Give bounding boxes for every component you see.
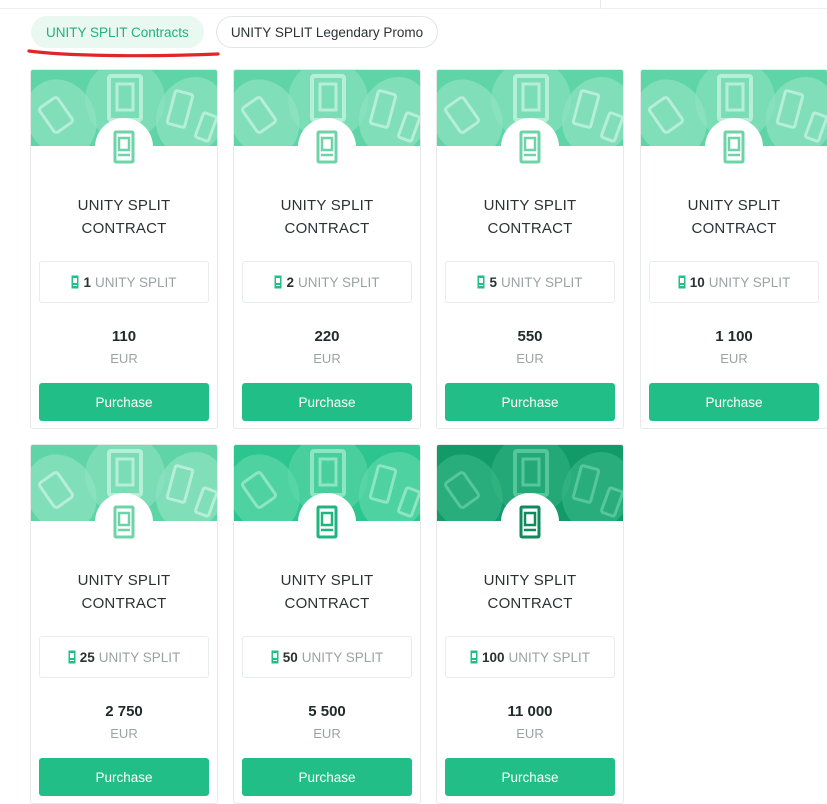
unity-split-token-icon [95,493,153,551]
contract-card: UNITY SPLIT CONTRACT 1 UNITY SPLIT 110 E… [30,69,218,429]
quantity-unit: UNITY SPLIT [302,650,384,665]
price-value: 550 [437,328,623,345]
unity-split-small-icon [271,650,279,664]
quantity-value: 2 [286,275,294,290]
unity-split-token-icon [95,118,153,176]
price-value: 110 [31,328,217,345]
card-title-line-2: CONTRACT [437,217,623,240]
price-value: 11 000 [437,703,623,720]
contract-card: UNITY SPLIT CONTRACT 100 UNITY SPLIT 11 … [436,444,624,804]
annotation-underline [26,47,221,61]
quantity-unit: UNITY SPLIT [709,275,791,290]
unity-split-token-icon [501,493,559,551]
quantity-unit: UNITY SPLIT [99,650,181,665]
price-currency: EUR [31,351,217,366]
contract-card: UNITY SPLIT CONTRACT 5 UNITY SPLIT 550 E… [436,69,624,429]
quantity-value: 100 [482,650,505,665]
unity-split-small-icon [68,650,76,664]
price-currency: EUR [234,351,420,366]
tab-unity-split-legendary-promo[interactable]: UNITY SPLIT Legendary Promo [216,16,438,48]
card-title-line-2: CONTRACT [234,592,420,615]
unity-split-small-icon [477,275,485,289]
quantity-unit: UNITY SPLIT [298,275,380,290]
card-title-line-2: CONTRACT [234,217,420,240]
card-title: UNITY SPLIT CONTRACT [234,194,420,240]
card-title: UNITY SPLIT CONTRACT [641,194,827,240]
price-currency: EUR [437,351,623,366]
card-title: UNITY SPLIT CONTRACT [437,569,623,615]
contract-card: UNITY SPLIT CONTRACT 50 UNITY SPLIT 5 50… [233,444,421,804]
price-value: 220 [234,328,420,345]
card-title: UNITY SPLIT CONTRACT [31,194,217,240]
quantity-unit: UNITY SPLIT [95,275,177,290]
purchase-button[interactable]: Purchase [649,383,819,421]
price-value: 1 100 [641,328,827,345]
card-title: UNITY SPLIT CONTRACT [31,569,217,615]
top-divider-line [0,8,827,9]
purchase-button[interactable]: Purchase [445,758,615,796]
card-title-line-1: UNITY SPLIT [641,194,827,217]
card-title-line-2: CONTRACT [31,592,217,615]
card-title-line-2: CONTRACT [641,217,827,240]
quantity-value: 50 [283,650,298,665]
price-currency: EUR [641,351,827,366]
tab-bar: UNITY SPLIT Contracts UNITY SPLIT Legend… [31,16,438,48]
purchase-button[interactable]: Purchase [39,383,209,421]
quantity-value: 5 [489,275,497,290]
unity-split-small-icon [678,275,686,289]
quantity-box: 1 UNITY SPLIT [39,261,209,303]
card-title-line-1: UNITY SPLIT [31,194,217,217]
card-title-line-1: UNITY SPLIT [234,194,420,217]
price-value: 2 750 [31,703,217,720]
top-vertical-divider [600,0,601,9]
quantity-unit: UNITY SPLIT [509,650,591,665]
quantity-box: 50 UNITY SPLIT [242,636,412,678]
quantity-value: 25 [80,650,95,665]
contract-card: UNITY SPLIT CONTRACT 10 UNITY SPLIT 1 10… [640,69,827,429]
unity-split-token-icon [298,118,356,176]
price-value: 5 500 [234,703,420,720]
card-title-line-2: CONTRACT [437,592,623,615]
card-title: UNITY SPLIT CONTRACT [234,569,420,615]
quantity-value: 10 [690,275,705,290]
card-title: UNITY SPLIT CONTRACT [437,194,623,240]
unity-split-small-icon [71,275,79,289]
quantity-box: 100 UNITY SPLIT [445,636,615,678]
unity-split-token-icon [298,493,356,551]
purchase-button[interactable]: Purchase [39,758,209,796]
contract-card: UNITY SPLIT CONTRACT 2 UNITY SPLIT 220 E… [233,69,421,429]
purchase-button[interactable]: Purchase [242,758,412,796]
unity-split-token-icon [501,118,559,176]
unity-split-token-icon [705,118,763,176]
card-title-line-1: UNITY SPLIT [437,194,623,217]
price-currency: EUR [437,726,623,741]
purchase-button[interactable]: Purchase [242,383,412,421]
quantity-box: 5 UNITY SPLIT [445,261,615,303]
quantity-box: 25 UNITY SPLIT [39,636,209,678]
card-title-line-2: CONTRACT [31,217,217,240]
card-title-line-1: UNITY SPLIT [31,569,217,592]
unity-split-small-icon [470,650,478,664]
quantity-box: 10 UNITY SPLIT [649,261,819,303]
contract-card: UNITY SPLIT CONTRACT 25 UNITY SPLIT 2 75… [30,444,218,804]
quantity-value: 1 [83,275,91,290]
purchase-button[interactable]: Purchase [445,383,615,421]
card-title-line-1: UNITY SPLIT [437,569,623,592]
price-currency: EUR [31,726,217,741]
tab-unity-split-contracts[interactable]: UNITY SPLIT Contracts [31,16,204,48]
quantity-box: 2 UNITY SPLIT [242,261,412,303]
price-currency: EUR [234,726,420,741]
card-title-line-1: UNITY SPLIT [234,569,420,592]
unity-split-small-icon [274,275,282,289]
quantity-unit: UNITY SPLIT [501,275,583,290]
